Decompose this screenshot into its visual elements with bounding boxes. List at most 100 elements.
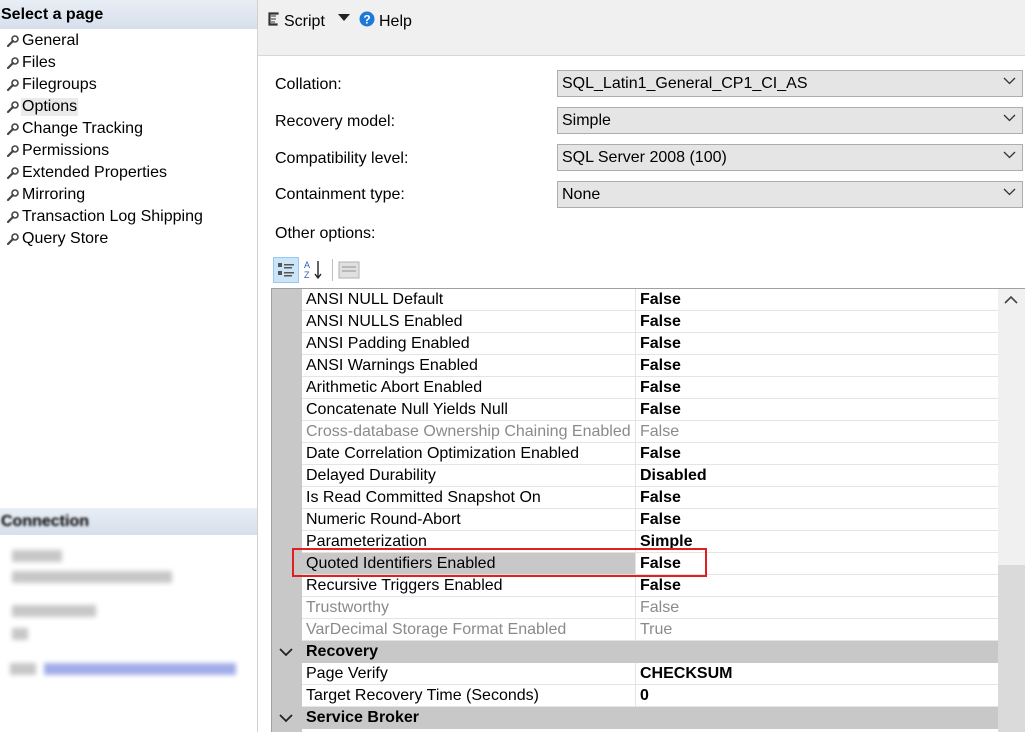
- property-row[interactable]: ANSI Padding Enabled False: [272, 333, 999, 355]
- page-item-label: Query Store: [22, 230, 109, 247]
- script-icon: [266, 11, 280, 32]
- page-item-transaction-log-shipping[interactable]: Transaction Log Shipping: [0, 206, 257, 228]
- wrench-icon: [4, 121, 20, 137]
- containment-type-label: Containment type:: [275, 186, 405, 203]
- alphabetical-button[interactable]: AZ: [301, 257, 327, 283]
- compatibility-level-value: SQL Server 2008 (100): [562, 149, 727, 166]
- property-pages-button[interactable]: [336, 257, 362, 283]
- property-value[interactable]: False: [636, 311, 999, 333]
- property-row[interactable]: Concatenate Null Yields Null False: [272, 399, 999, 421]
- property-value[interactable]: False: [636, 509, 999, 531]
- property-value[interactable]: Disabled: [636, 465, 999, 487]
- page-item-filegroups[interactable]: Filegroups: [0, 74, 257, 96]
- property-name: Target Recovery Time (Seconds): [302, 685, 636, 707]
- page-item-general[interactable]: General: [0, 30, 257, 52]
- property-value[interactable]: False: [636, 377, 999, 399]
- property-value[interactable]: False: [636, 289, 999, 311]
- page-item-query-store[interactable]: Query Store: [0, 228, 257, 250]
- property-name: ANSI NULL Default: [302, 289, 636, 311]
- property-row[interactable]: Is Read Committed Snapshot On False: [272, 487, 999, 509]
- page-item-label: Permissions: [22, 142, 110, 159]
- select-page-header: Select a page: [0, 0, 257, 29]
- svg-text:?: ?: [363, 13, 370, 27]
- svg-text:A: A: [304, 260, 310, 270]
- containment-type-value: None: [562, 186, 601, 203]
- category-row-recovery[interactable]: Recovery: [272, 641, 999, 663]
- page-item-options[interactable]: Options: [0, 96, 257, 118]
- collapse-chevron-icon[interactable]: [279, 644, 293, 662]
- toolbar: Script ? Help: [258, 0, 1025, 56]
- script-button[interactable]: Script: [266, 11, 325, 32]
- wrench-icon: [4, 187, 20, 203]
- property-row[interactable]: Page Verify CHECKSUM: [272, 663, 999, 685]
- connection-header: Connection: [0, 508, 257, 535]
- property-row[interactable]: Arithmetic Abort Enabled False: [272, 377, 999, 399]
- property-name: Numeric Round-Abort: [302, 509, 636, 531]
- sort-az-icon: AZ: [304, 260, 322, 280]
- property-row[interactable]: VarDecimal Storage Format Enabled True: [272, 619, 999, 641]
- property-value[interactable]: CHECKSUM: [636, 663, 999, 685]
- property-row[interactable]: Delayed Durability Disabled: [272, 465, 999, 487]
- property-row[interactable]: Trustworthy False: [272, 597, 999, 619]
- property-row[interactable]: ANSI NULLS Enabled False: [272, 311, 999, 333]
- property-name: Page Verify: [302, 663, 636, 685]
- page-item-extended-properties[interactable]: Extended Properties: [0, 162, 257, 184]
- select-page-pane: Select a page General Files Filegroups Opti…: [0, 0, 258, 732]
- page-item-mirroring[interactable]: Mirroring: [0, 184, 257, 206]
- property-grid-toolbar: AZ: [273, 257, 364, 283]
- page-list: General Files Filegroups Options Change Trac…: [0, 29, 257, 250]
- page-item-label: Mirroring: [22, 186, 86, 203]
- recovery-model-select[interactable]: Simple: [557, 107, 1023, 134]
- property-rows: ANSI NULL Default False ANSI NULLS Enabled…: [272, 289, 999, 729]
- page-item-change-tracking[interactable]: Change Tracking: [0, 118, 257, 140]
- page-item-label: General: [22, 32, 79, 49]
- wrench-icon: [4, 77, 20, 93]
- category-row-service-broker[interactable]: Service Broker: [272, 707, 999, 729]
- property-row[interactable]: Date Correlation Optimization Enabled Fal…: [272, 443, 999, 465]
- script-dropdown-arrow[interactable]: [338, 14, 350, 22]
- property-value[interactable]: 0: [636, 685, 999, 707]
- page-item-label: Change Tracking: [22, 120, 143, 137]
- page-item-permissions[interactable]: Permissions: [0, 140, 257, 162]
- property-row[interactable]: Target Recovery Time (Seconds) 0: [272, 685, 999, 707]
- wrench-icon: [4, 55, 20, 71]
- wrench-icon: [4, 165, 20, 181]
- chevron-down-icon: [1003, 188, 1016, 196]
- property-row[interactable]: ANSI Warnings Enabled False: [272, 355, 999, 377]
- vertical-scrollbar[interactable]: [998, 289, 1025, 732]
- svg-text:Z: Z: [304, 270, 310, 280]
- containment-type-select[interactable]: None: [557, 181, 1023, 208]
- categorized-button[interactable]: [273, 257, 299, 283]
- property-value[interactable]: False: [636, 355, 999, 377]
- category-label: Service Broker: [306, 709, 419, 726]
- property-row[interactable]: ANSI NULL Default False: [272, 289, 999, 311]
- property-value[interactable]: False: [636, 333, 999, 355]
- property-value[interactable]: False: [636, 487, 999, 509]
- wrench-icon: [4, 33, 20, 49]
- property-row[interactable]: Cross-database Ownership Chaining Enable…: [272, 421, 999, 443]
- collapse-chevron-icon[interactable]: [279, 710, 293, 728]
- property-value[interactable]: False: [636, 443, 999, 465]
- property-name: Trustworthy: [302, 597, 636, 619]
- property-value[interactable]: False: [636, 575, 999, 597]
- page-item-label: Filegroups: [22, 76, 97, 93]
- scrollbar-track[interactable]: [998, 565, 1025, 732]
- compatibility-level-select[interactable]: SQL Server 2008 (100): [557, 144, 1023, 171]
- property-name: Delayed Durability: [302, 465, 636, 487]
- property-name: Arithmetic Abort Enabled: [302, 377, 636, 399]
- chevron-down-icon: [1003, 77, 1016, 85]
- collation-label: Collation:: [275, 76, 342, 93]
- script-label: Script: [284, 12, 325, 30]
- page-item-label: Transaction Log Shipping: [22, 208, 203, 225]
- property-row[interactable]: Numeric Round-Abort False: [272, 509, 999, 531]
- property-name: ANSI Warnings Enabled: [302, 355, 636, 377]
- property-value[interactable]: False: [636, 399, 999, 421]
- property-row[interactable]: Recursive Triggers Enabled False: [272, 575, 999, 597]
- page-item-files[interactable]: Files: [0, 52, 257, 74]
- scroll-up-icon: [1004, 295, 1018, 304]
- wrench-icon: [4, 209, 20, 225]
- property-pages-icon: [338, 261, 360, 279]
- help-button[interactable]: ? Help: [359, 11, 412, 32]
- collation-select[interactable]: SQL_Latin1_General_CP1_CI_AS: [557, 70, 1023, 97]
- other-options-label: Other options:: [275, 225, 376, 242]
